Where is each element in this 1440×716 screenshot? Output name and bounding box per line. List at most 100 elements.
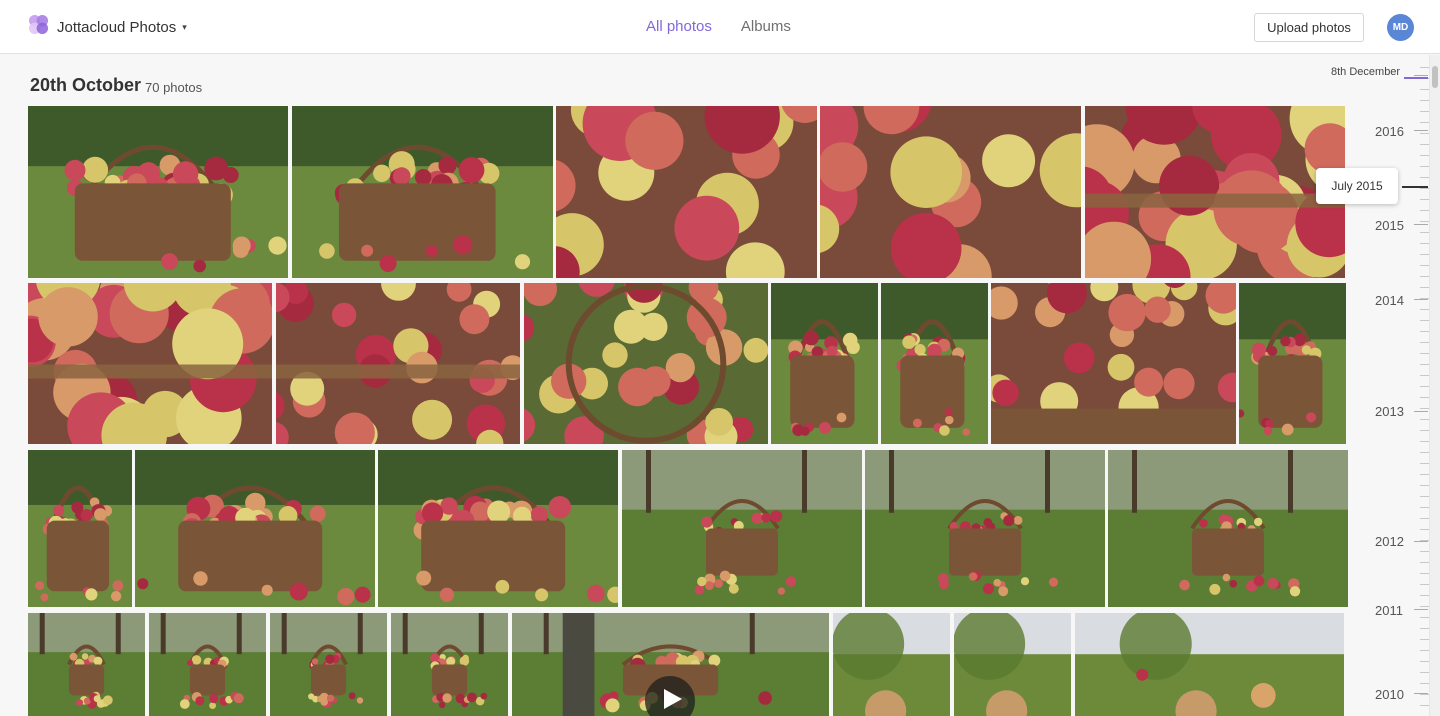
photo-thumbnail[interactable] (865, 450, 1105, 607)
photo-thumbnail[interactable] (1075, 613, 1344, 716)
timeline-tick (1420, 276, 1429, 277)
timeline-position-marker (1404, 77, 1428, 79)
jottacloud-logo-icon (28, 14, 49, 40)
photo-thumbnail[interactable] (270, 613, 387, 716)
timeline-tick (1420, 573, 1429, 574)
timeline-tick (1420, 210, 1429, 211)
timeline-tick (1420, 650, 1429, 651)
timeline-tick (1420, 485, 1429, 486)
timeline-year-tick (1414, 693, 1428, 694)
photo-thumbnail[interactable] (28, 450, 132, 607)
timeline-tick (1420, 320, 1429, 321)
photo-thumbnail[interactable] (991, 283, 1236, 444)
timeline-tick (1420, 287, 1429, 288)
timeline-tick (1420, 386, 1429, 387)
timeline-tick (1420, 122, 1429, 123)
photo-thumbnail[interactable] (954, 613, 1071, 716)
timeline-tick (1420, 188, 1429, 189)
chevron-down-icon: ▾ (182, 21, 187, 32)
timeline-year-2014[interactable]: 2014 (1375, 293, 1404, 308)
avatar[interactable]: MD (1387, 14, 1414, 41)
timeline-tick (1420, 375, 1429, 376)
timeline-tick (1420, 100, 1429, 101)
photo-thumbnail[interactable] (149, 613, 266, 716)
photo-thumbnail[interactable] (622, 450, 862, 607)
photo-thumbnail[interactable] (292, 106, 553, 278)
timeline-year-2015[interactable]: 2015 (1375, 218, 1404, 233)
timeline-tick (1420, 221, 1429, 222)
timeline-year-2011[interactable]: 2011 (1375, 603, 1403, 618)
timeline-tick (1420, 683, 1429, 684)
timeline-tick (1420, 89, 1429, 90)
section-photo-count: 70 photos (145, 80, 203, 95)
photo-thumbnail[interactable] (524, 283, 768, 444)
timeline-tick (1420, 342, 1429, 343)
timeline-hover-tooltip: July 2015 (1316, 168, 1398, 204)
scrollbar-thumb[interactable] (1432, 66, 1438, 88)
timeline-tick (1420, 441, 1429, 442)
timeline-tick (1420, 397, 1429, 398)
timeline-tick (1420, 364, 1429, 365)
top-bar: Jottacloud Photos ▾ All photos Albums Up… (0, 0, 1440, 54)
photo-thumbnail[interactable] (28, 283, 272, 444)
timeline-tick (1420, 254, 1429, 255)
timeline-tick (1420, 144, 1429, 145)
photo-thumbnail[interactable] (881, 283, 988, 444)
main-tabs: All photos Albums (646, 18, 791, 38)
timeline-tick (1420, 419, 1429, 420)
timeline-year-2010[interactable]: 2010 (1375, 687, 1404, 702)
timeline-tick (1420, 430, 1429, 431)
timeline-tick (1420, 617, 1429, 618)
timeline-tick (1420, 474, 1429, 475)
photo-thumbnail[interactable] (556, 106, 817, 278)
timeline-tick (1420, 199, 1429, 200)
timeline-tick (1420, 177, 1429, 178)
photo-thumbnail[interactable] (135, 450, 375, 607)
timeline-tick (1420, 628, 1429, 629)
timeline-tick (1420, 133, 1429, 134)
photo-thumbnail[interactable] (820, 106, 1081, 278)
timeline-tick (1420, 309, 1429, 310)
photo-thumbnail[interactable] (378, 450, 618, 607)
timeline-tick (1420, 496, 1429, 497)
timeline-current-date: 8th December (1331, 66, 1401, 78)
timeline-tick (1420, 331, 1429, 332)
photo-thumbnail[interactable] (833, 613, 950, 716)
app-switcher[interactable]: Jottacloud Photos ▾ (28, 14, 187, 40)
timeline-tick (1420, 265, 1429, 266)
scrollbar[interactable] (1429, 55, 1440, 716)
timeline-year-tick (1414, 75, 1428, 76)
timeline-year-2016[interactable]: 2016 (1375, 124, 1404, 139)
section-date-title: 20th October (30, 75, 142, 95)
photo-thumbnail[interactable] (276, 283, 520, 444)
timeline-tick (1420, 606, 1429, 607)
tab-albums[interactable]: Albums (741, 18, 791, 38)
timeline-year-2012[interactable]: 2012 (1375, 534, 1404, 549)
timeline-tick (1420, 353, 1429, 354)
timeline-tick (1420, 551, 1429, 552)
timeline-tick (1420, 694, 1429, 695)
timeline-tick (1420, 166, 1429, 167)
timeline-year-tick (1414, 609, 1428, 610)
app-title: Jottacloud Photos (57, 18, 177, 36)
timeline-tick (1420, 67, 1429, 68)
timeline-tick (1420, 672, 1429, 673)
timeline-tick (1420, 518, 1429, 519)
timeline-tick (1420, 452, 1429, 453)
timeline-tick (1420, 232, 1429, 233)
upload-photos-button[interactable]: Upload photos (1254, 13, 1364, 42)
timeline-year-tick (1414, 299, 1428, 300)
timeline-tick (1420, 463, 1429, 464)
timeline-tick (1420, 595, 1429, 596)
timeline-year-2013[interactable]: 2013 (1375, 404, 1404, 419)
photo-thumbnail[interactable] (391, 613, 508, 716)
photo-thumbnail[interactable] (1085, 106, 1345, 278)
photo-thumbnail[interactable] (771, 283, 878, 444)
tab-all-photos[interactable]: All photos (646, 18, 712, 38)
photo-thumbnail[interactable] (28, 613, 145, 716)
timeline-tick (1420, 562, 1429, 563)
photo-thumbnail[interactable] (28, 106, 288, 278)
timeline-year-tick (1414, 224, 1428, 225)
timeline-year-tick (1414, 411, 1428, 412)
timeline-year-tick (1414, 130, 1428, 131)
